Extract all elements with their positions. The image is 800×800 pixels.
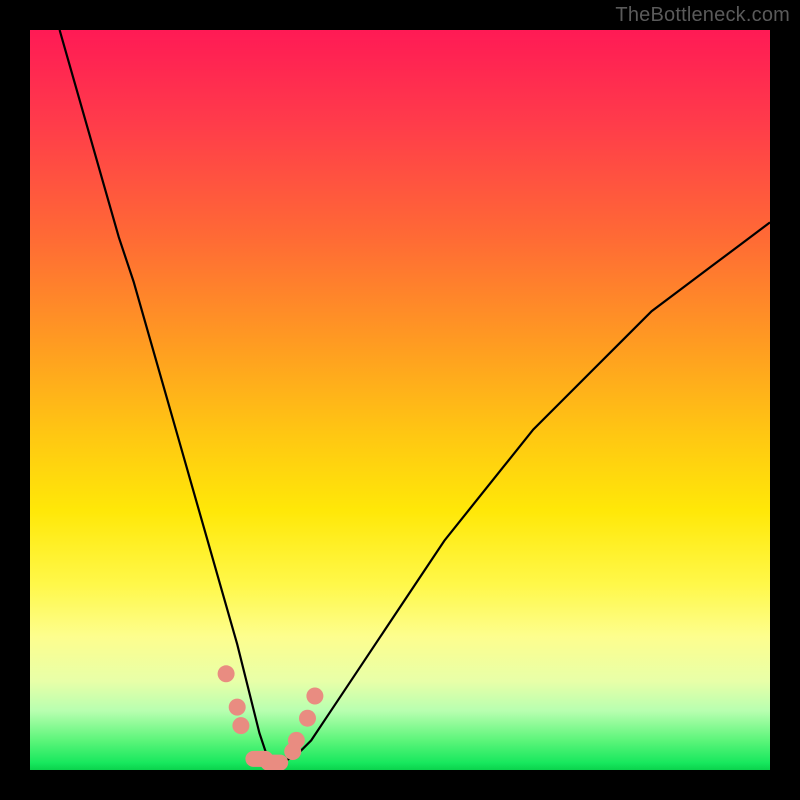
marker-dot (288, 732, 305, 749)
marker-dot (232, 717, 249, 734)
marker-group (218, 665, 324, 770)
marker-dot (299, 710, 316, 727)
chart-frame: TheBottleneck.com (0, 0, 800, 800)
marker-dot (306, 688, 323, 705)
marker-dot (229, 699, 246, 716)
bottleneck-curve (30, 30, 770, 770)
plot-area (30, 30, 770, 770)
curve-path (60, 30, 770, 763)
watermark-text: TheBottleneck.com (615, 4, 790, 27)
marker-dot (218, 665, 235, 682)
marker-pill (260, 755, 288, 770)
